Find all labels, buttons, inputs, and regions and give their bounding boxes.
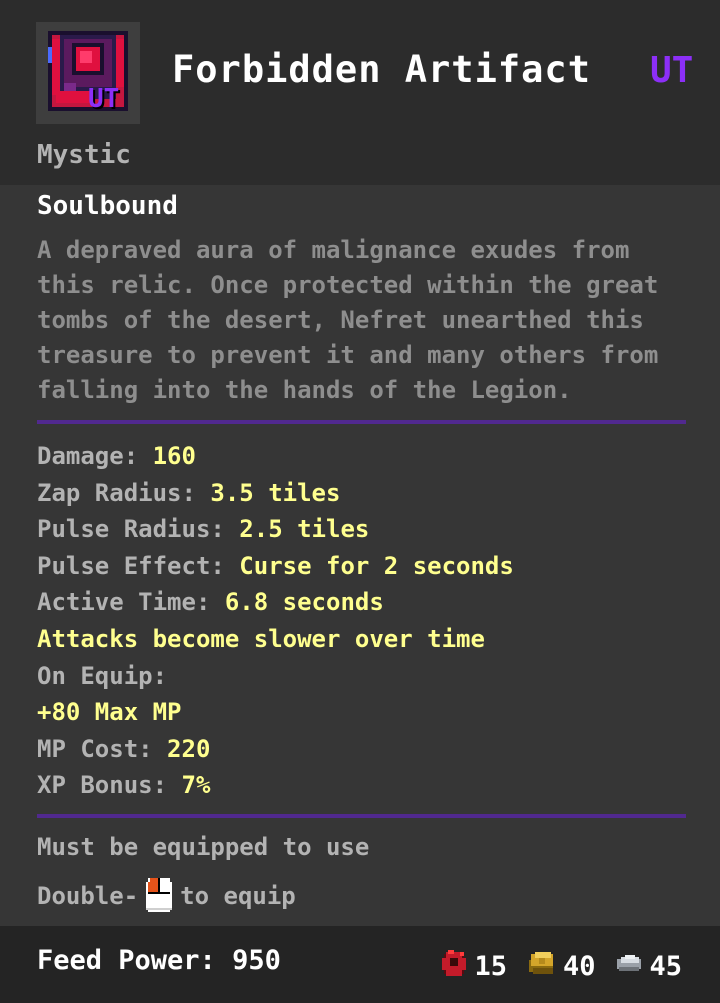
description-line: this relic. Once protected within the gr… bbox=[37, 271, 659, 299]
material-silver: 45 bbox=[613, 951, 682, 982]
stat-value: 160 bbox=[152, 442, 196, 470]
description-line: falling into the hands of the Legion. bbox=[37, 376, 572, 404]
stat-label: XP Bonus: bbox=[37, 771, 182, 800]
stat-pulse-effect: Pulse Effect: Curse for 2 seconds bbox=[37, 548, 514, 585]
stat-pulse-radius: Pulse Radius: 2.5 tiles bbox=[37, 511, 514, 548]
equip-hint: Double- to equip bbox=[37, 876, 296, 916]
divider bbox=[37, 814, 686, 818]
tooltip-footer: Feed Power: 950 15 40 45 bbox=[0, 926, 720, 1003]
mouse-click-icon bbox=[142, 876, 176, 916]
tier-badge: UT bbox=[650, 50, 694, 91]
item-tooltip: UT Forbidden Artifact UT Mystic Soulboun… bbox=[0, 0, 720, 1003]
description-line: treasure to prevent it and many others f… bbox=[37, 341, 659, 369]
item-name: Forbidden Artifact bbox=[172, 48, 591, 91]
material-count: 15 bbox=[474, 951, 507, 982]
stat-active-time: Active Time: 6.8 seconds bbox=[37, 584, 514, 621]
stat-value: 220 bbox=[167, 734, 211, 763]
gold-essence-icon bbox=[525, 948, 563, 985]
divider bbox=[37, 420, 686, 424]
stat-xp-bonus: XP Bonus: 7% bbox=[37, 767, 514, 804]
stat-label: Pulse Radius: bbox=[37, 515, 240, 544]
feed-power-label: Feed Power: bbox=[37, 945, 233, 976]
material-count: 45 bbox=[649, 951, 682, 982]
stat-label: Active Time: bbox=[37, 588, 225, 617]
forbidden-artifact-icon: UT bbox=[36, 22, 140, 124]
stat-value: Curse for 2 seconds bbox=[239, 551, 514, 580]
material-count: 40 bbox=[562, 951, 596, 982]
stat-on-equip: On Equip: bbox=[37, 661, 168, 690]
essence-costs: 15 40 45 bbox=[420, 948, 682, 985]
feed-power: Feed Power: 950 bbox=[37, 945, 281, 976]
stat-label: Zap Radius: bbox=[37, 478, 211, 507]
red-essence-icon bbox=[438, 948, 474, 985]
description-line: A depraved aura of malignance exudes fro… bbox=[37, 236, 630, 264]
description-line: tombs of the desert, Nefret unearthed th… bbox=[37, 306, 644, 334]
hint-prefix: Double- bbox=[37, 882, 139, 910]
stat-max-mp: +80 Max MP bbox=[37, 698, 182, 727]
material-gold: 40 bbox=[525, 948, 596, 985]
item-description: A depraved aura of malignance exudes fro… bbox=[37, 233, 697, 408]
stat-label: Damage: bbox=[37, 442, 153, 470]
item-category: Mystic bbox=[37, 140, 131, 170]
stat-label: MP Cost: bbox=[37, 734, 168, 763]
stats-list: Damage: 160 Zap Radius: 3.5 tiles Pulse … bbox=[37, 438, 514, 804]
stat-value: 7% bbox=[181, 771, 211, 800]
stat-zap-radius: Zap Radius: 3.5 tiles bbox=[37, 475, 514, 512]
icon-tier-badge: UT bbox=[88, 84, 120, 114]
stat-value: 3.5 tiles bbox=[210, 478, 341, 507]
stat-attacks-note: Attacks become slower over time bbox=[37, 624, 485, 653]
stat-damage: Damage: 160 bbox=[37, 438, 514, 475]
silver-essence-icon bbox=[613, 951, 649, 982]
feed-power-value: 950 bbox=[232, 945, 281, 976]
tooltip-header: UT Forbidden Artifact UT Mystic bbox=[0, 0, 720, 185]
soulbound-label: Soulbound bbox=[37, 191, 178, 221]
material-red: 15 bbox=[438, 948, 507, 985]
stat-value: 2.5 tiles bbox=[239, 515, 370, 544]
stat-mp-cost: MP Cost: 220 bbox=[37, 731, 514, 768]
stat-label: Pulse Effect: bbox=[37, 551, 240, 580]
stat-value: 6.8 seconds bbox=[224, 588, 384, 617]
hint-suffix: to equip bbox=[180, 882, 296, 910]
equip-requirement: Must be equipped to use bbox=[37, 833, 370, 861]
